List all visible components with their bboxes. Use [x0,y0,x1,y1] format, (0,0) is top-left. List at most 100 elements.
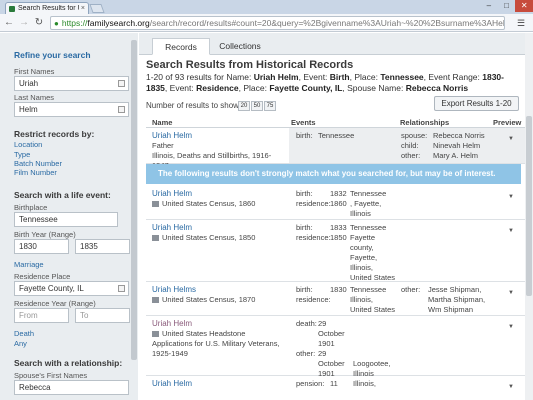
residence-year-label: Residence Year (Range) [14,299,96,308]
event-label: other: [296,349,316,358]
tab-collections[interactable]: Collections [212,38,268,55]
table-row[interactable]: Uriah Helm pension: 11 Illinois, ▼ [146,376,525,400]
clear-icon[interactable] [118,80,125,87]
birth-year-label: Birth Year (Range) [14,230,76,239]
preview-chevron-down-icon[interactable]: ▼ [508,136,514,142]
summary-term: Uriah Helm [253,72,299,82]
column-relationships[interactable]: Relationships [400,118,449,127]
event-place: Tennessee [350,189,387,198]
residence-year-from-placeholder: From [19,311,38,320]
minimize-button[interactable]: – [480,0,498,12]
event-year: 1832 [330,189,347,198]
first-names-value: Uriah [19,79,39,88]
table-row[interactable]: Uriah Helms United States Census, 1870 b… [146,282,525,316]
record-name-link[interactable]: Uriah Helm [152,189,192,198]
maximize-button[interactable]: □ [498,0,516,12]
record-name-link[interactable]: Uriah Helm [152,131,192,140]
first-names-label: First Names [14,67,55,76]
marriage-link[interactable]: Marriage [14,260,44,269]
address-bar[interactable]: ● https://familysearch.org/search/record… [50,16,505,30]
preview-chevron-down-icon[interactable]: ▼ [508,290,514,296]
lock-icon: ● [54,18,59,28]
per-page-50-button[interactable]: 50 [251,101,263,111]
spouse-first-input[interactable]: Rebecca [14,380,129,395]
window-controls: – □ ✕ [480,0,533,12]
summary-connector: , Spouse Name: [342,83,406,93]
table-row[interactable]: Uriah Helm United States Census, 1860 bi… [146,186,525,220]
record-role: Father [152,141,174,150]
restrict-type-link[interactable]: Type [14,150,30,159]
event-label: residence: [296,233,331,242]
record-collection-text: United States Census, 1850 [162,233,256,242]
residence-year-to-input[interactable]: To [75,308,130,323]
browser-tab[interactable]: Search Results for Uriah × [5,2,89,14]
column-preview[interactable]: Preview [493,118,521,127]
birthplace-value: Tennessee [19,215,58,224]
record-collection-text: United States Census, 1870 [162,295,256,304]
spouse-first-value: Rebecca [19,383,51,392]
summary-connector: , Place: [238,83,270,93]
first-names-input[interactable]: Uriah [14,76,129,91]
last-names-input[interactable]: Helm [14,102,129,117]
birthplace-input[interactable]: Tennessee [14,212,118,227]
column-name[interactable]: Name [152,118,172,127]
record-collection-text: United States Headstone Applications for… [152,329,280,358]
document-icon [152,235,159,242]
per-page-75-button[interactable]: 75 [264,101,276,111]
record-name-link[interactable]: Uriah Helms [152,285,196,294]
tab-close-icon[interactable]: × [81,5,85,12]
preview-chevron-down-icon[interactable]: ▼ [508,228,514,234]
restrict-location-link[interactable]: Location [14,140,42,149]
preview-chevron-down-icon[interactable]: ▼ [508,324,514,330]
birth-year-to-input[interactable]: 1835 [75,239,130,254]
relationship-value: Rebecca Norris [433,131,485,140]
birth-year-to-value: 1835 [80,242,98,251]
relationship-label: other: [401,285,421,294]
birthplace-label: Birthplace [14,203,48,212]
event-label: residence: [296,199,331,208]
preview-chevron-down-icon[interactable]: ▼ [508,384,514,390]
back-icon[interactable]: ← [3,17,15,29]
forward-icon[interactable]: → [18,17,30,29]
event-year: 1830 [330,285,347,294]
record-name-link[interactable]: Uriah Helm [152,379,192,388]
event-year: 1850 [330,233,347,242]
relationship-value: Ninevah Helm [433,141,481,150]
restrict-batch-link[interactable]: Batch Number [14,159,62,168]
summary-connector: , Place: [349,72,381,82]
main-scroll-thumb[interactable] [526,116,532,296]
clear-icon[interactable] [118,285,125,292]
relationship-value: Jesse Shipman, Martha Shipman, Wm Shipma… [428,285,486,314]
residence-place-input[interactable]: Fayette County, IL [14,281,129,296]
record-name-link[interactable]: Uriah Helm [152,223,192,232]
relationship-value: Mary A. Helm [433,151,479,160]
birth-year-from-input[interactable]: 1830 [14,239,69,254]
last-names-value: Helm [19,105,38,114]
close-window-button[interactable]: ✕ [515,0,533,12]
clear-icon[interactable] [118,106,125,113]
relationship-label: other: [401,151,421,160]
table-row[interactable]: Uriah Helm Father Illinois, Deaths and S… [146,128,525,170]
refine-sidebar: Refine your search First Names Uriah Las… [0,33,138,400]
event-place: Tennessee [350,223,387,232]
tab-records[interactable]: Records [152,38,210,55]
relationship-title: Search with a relationship: [14,358,123,368]
restrict-film-link[interactable]: Film Number [14,168,57,177]
table-row[interactable]: Uriah Helm United States Headstone Appli… [146,316,525,378]
residence-year-from-input[interactable]: From [14,308,69,323]
reload-icon[interactable]: ↻ [33,17,45,29]
death-link[interactable]: Death [14,329,34,338]
table-row[interactable]: Uriah Helm United States Census, 1850 bi… [146,220,525,282]
event-label: residence: [296,295,331,304]
per-page-label: Number of results to show: [146,101,242,110]
menu-icon[interactable]: ☰ [515,17,527,29]
birth-year-from-value: 1830 [19,242,37,251]
sidebar-scroll-thumb[interactable] [131,40,137,360]
record-name-link[interactable]: Uriah Helm [152,319,192,328]
any-link[interactable]: Any [14,339,27,348]
export-results-button[interactable]: Export Results 1-20 [434,96,519,111]
column-events[interactable]: Events [291,118,316,127]
url-scheme: https:// [61,18,88,28]
per-page-20-button[interactable]: 20 [238,101,250,111]
preview-chevron-down-icon[interactable]: ▼ [508,194,514,200]
